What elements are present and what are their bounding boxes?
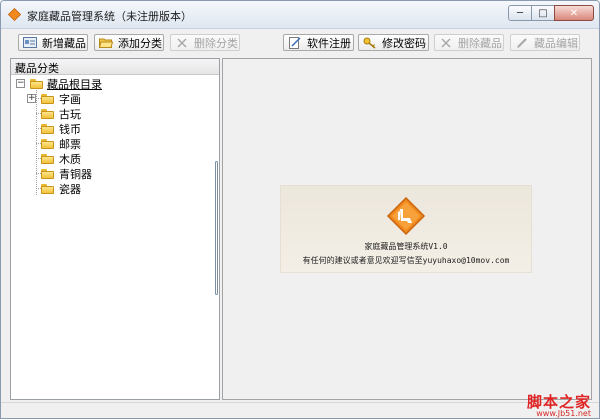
- maximize-button[interactable]: □: [531, 5, 555, 21]
- tree-node-category[interactable]: 古玩: [41, 106, 81, 121]
- add-item-button[interactable]: 新增藏品: [18, 34, 88, 51]
- tree-node-label: 瓷器: [59, 182, 81, 196]
- tree-node-category[interactable]: 钱币: [41, 121, 81, 136]
- about-box: 家庭藏品管理系统V1.0 有任何的建议或者意见欢迎写信至yuyuhaxo@10m…: [280, 185, 532, 273]
- x-icon: [175, 37, 189, 49]
- category-panel-header: 藏品分类: [11, 59, 219, 75]
- folder-icon: [41, 153, 54, 164]
- folder-icon: [41, 168, 54, 179]
- tree-node-category[interactable]: 木质: [41, 151, 81, 166]
- tree-node-label: 邮票: [59, 137, 81, 151]
- watermark-url: www.Jb51.net: [536, 409, 591, 418]
- status-bar: 脚本之家 www.Jb51.net: [1, 394, 599, 418]
- tree-node-category[interactable]: + 字画: [27, 91, 81, 106]
- folder-icon: [41, 183, 54, 194]
- tree-node-label: 藏品根目录: [47, 77, 102, 91]
- folder-icon: [41, 93, 54, 104]
- tree-node-label: 字画: [59, 92, 81, 106]
- register-button[interactable]: 软件注册: [283, 34, 354, 51]
- watermark: 脚本之家 www.Jb51.net: [527, 394, 591, 418]
- about-version-text: 家庭藏品管理系统V1.0: [364, 242, 448, 251]
- minimize-button[interactable]: ─: [508, 5, 532, 21]
- window-title: 家庭藏品管理系统（未注册版本）: [27, 10, 192, 23]
- window-controls: ─ □ ✕: [508, 5, 594, 21]
- change-password-button[interactable]: 修改密码: [358, 34, 429, 51]
- about-contact-text: 有任何的建议或者意见欢迎写信至yuyuhaxo@10mov.com: [302, 256, 510, 265]
- tree-node-label: 青铜器: [59, 167, 92, 181]
- add-category-label: 添加分类: [118, 36, 162, 50]
- tree-node-category[interactable]: 青铜器: [41, 166, 92, 181]
- expand-toggle[interactable]: +: [27, 94, 36, 103]
- delete-item-button[interactable]: 删除藏品: [434, 34, 504, 51]
- folder-icon: [41, 138, 54, 149]
- pencil-icon: [515, 37, 529, 49]
- toolbar: 新增藏品 添加分类 删除分类 软件注册 修改密码 删除藏品 藏品编辑: [1, 29, 599, 55]
- folder-icon: [30, 78, 43, 89]
- change-password-label: 修改密码: [382, 36, 426, 50]
- close-button[interactable]: ✕: [554, 5, 594, 21]
- tree-node-label: 钱币: [59, 122, 81, 136]
- open-folder-icon: [99, 37, 113, 49]
- main-window: 家庭藏品管理系统（未注册版本） ─ □ ✕ 新增藏品 添加分类 删除分类 软件注…: [0, 0, 600, 419]
- tree-node-root[interactable]: − 藏品根目录: [16, 76, 102, 91]
- splitter-grip[interactable]: [215, 161, 218, 295]
- collapse-toggle[interactable]: −: [16, 79, 25, 88]
- title-bar[interactable]: 家庭藏品管理系统（未注册版本） ─ □ ✕: [1, 1, 599, 29]
- key-icon: [363, 37, 377, 49]
- folder-icon: [41, 123, 54, 134]
- folder-icon: [41, 108, 54, 119]
- content-panel: 家庭藏品管理系统V1.0 有任何的建议或者意见欢迎写信至yuyuhaxo@10m…: [222, 58, 592, 400]
- category-panel: 藏品分类 − 藏品根目录 + 字画 古玩 钱币 邮票 木质 青铜器 瓷器: [10, 58, 220, 400]
- tree-node-category[interactable]: 瓷器: [41, 181, 81, 196]
- delete-category-button[interactable]: 删除分类: [170, 34, 240, 51]
- delete-category-label: 删除分类: [194, 36, 238, 50]
- add-item-label: 新增藏品: [42, 36, 86, 50]
- tree-node-label: 古玩: [59, 107, 81, 121]
- category-tree: − 藏品根目录 + 字画 古玩 钱币 邮票 木质 青铜器 瓷器: [11, 76, 211, 399]
- tree-node-label: 木质: [59, 152, 81, 166]
- app-logo-icon: [386, 196, 426, 236]
- watermark-title: 脚本之家: [526, 393, 591, 411]
- x-icon: [439, 37, 453, 49]
- app-icon: [8, 8, 21, 21]
- register-label: 软件注册: [307, 36, 351, 50]
- document-edit-icon: [288, 36, 302, 49]
- edit-item-button[interactable]: 藏品编辑: [510, 34, 580, 51]
- edit-item-label: 藏品编辑: [534, 36, 578, 50]
- tree-node-category[interactable]: 邮票: [41, 136, 81, 151]
- delete-item-label: 删除藏品: [458, 36, 502, 50]
- card-icon: [23, 37, 37, 49]
- add-category-button[interactable]: 添加分类: [94, 34, 164, 51]
- panel-splitter[interactable]: [214, 161, 219, 295]
